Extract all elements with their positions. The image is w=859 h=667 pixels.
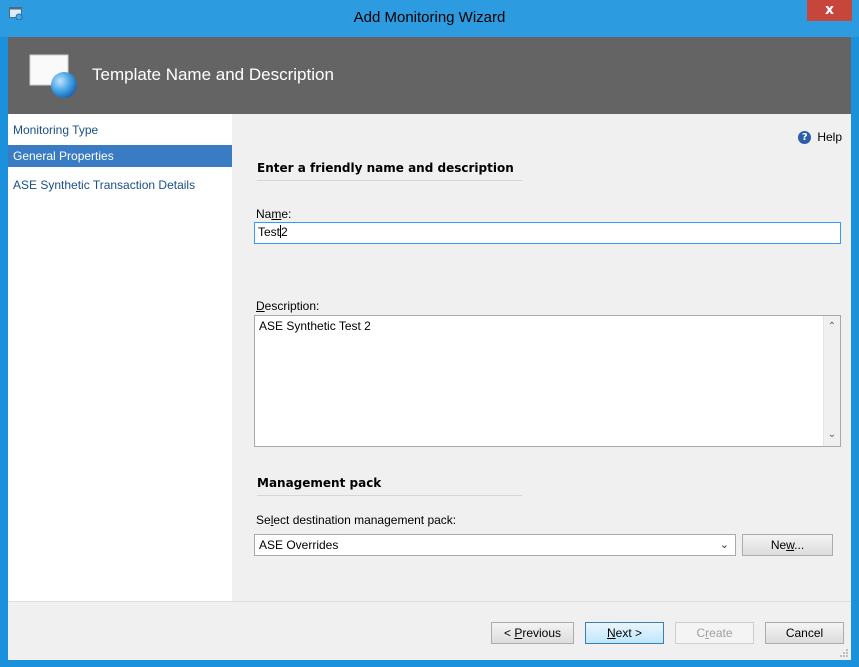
nav-item-label: General Properties — [13, 149, 114, 163]
name-label: Name: — [256, 207, 292, 221]
cancel-button[interactable]: Cancel — [765, 622, 844, 644]
page-header: Template Name and Description — [8, 37, 851, 114]
scroll-down-icon[interactable]: ⌄ — [826, 428, 838, 442]
description-textarea[interactable]: ASE Synthetic Test 2 ⌃ ⌄ — [254, 315, 841, 447]
nav-item-label: Monitoring Type — [13, 123, 99, 137]
nav-item-label: ASE Synthetic Transaction Details — [13, 178, 196, 192]
section-title-name-description: Enter a friendly name and description — [257, 161, 514, 175]
help-label: Help — [817, 130, 842, 144]
help-link[interactable]: ? Help — [798, 130, 842, 144]
management-pack-label: Select destination management pack: — [256, 513, 457, 527]
description-text: ASE Synthetic Test 2 — [259, 319, 371, 333]
next-button[interactable]: Next > — [585, 622, 664, 644]
create-button[interactable]: Create — [675, 622, 754, 644]
window-title: Add Monitoring Wizard — [353, 9, 506, 26]
wizard-nav: Monitoring Type General Properties ASE S… — [8, 114, 232, 637]
resize-grip-icon[interactable] — [839, 648, 849, 658]
nav-item-ase-synthetic-transaction-details[interactable]: ASE Synthetic Transaction Details — [8, 174, 232, 196]
section-divider — [257, 495, 522, 496]
title-bar[interactable]: Add Monitoring Wizard x — [0, 0, 859, 37]
wizard-content: Template Name and Description Monitoring… — [8, 37, 851, 660]
name-input[interactable]: Test2 — [254, 222, 841, 244]
page-title: Template Name and Description — [92, 65, 334, 84]
chevron-down-icon: ⌄ — [719, 538, 729, 551]
main-panel: ? Help Enter a friendly name and descrip… — [232, 114, 851, 601]
scroll-up-icon[interactable]: ⌃ — [826, 320, 838, 334]
description-scrollbar[interactable]: ⌃ ⌄ — [823, 316, 840, 446]
management-pack-select[interactable]: ASE Overrides ⌄ — [254, 534, 736, 556]
nav-item-monitoring-type[interactable]: Monitoring Type — [8, 119, 232, 141]
description-label: Description: — [256, 299, 320, 313]
section-divider — [257, 180, 522, 181]
footer-left — [8, 601, 232, 660]
new-management-pack-button[interactable]: New... — [742, 534, 833, 556]
template-icon — [29, 54, 77, 98]
close-icon: x — [824, 2, 835, 18]
previous-button[interactable]: < Previous — [491, 622, 574, 644]
nav-item-general-properties[interactable]: General Properties — [8, 145, 232, 167]
section-title-management-pack: Management pack — [257, 476, 382, 490]
help-icon: ? — [798, 130, 812, 144]
management-pack-value: ASE Overrides — [259, 538, 339, 552]
close-button[interactable]: x — [807, 0, 852, 21]
wizard-footer: < Previous Next > Create Cancel — [232, 601, 851, 660]
wizard-window: Add Monitoring Wizard x Template Name an… — [0, 0, 859, 667]
